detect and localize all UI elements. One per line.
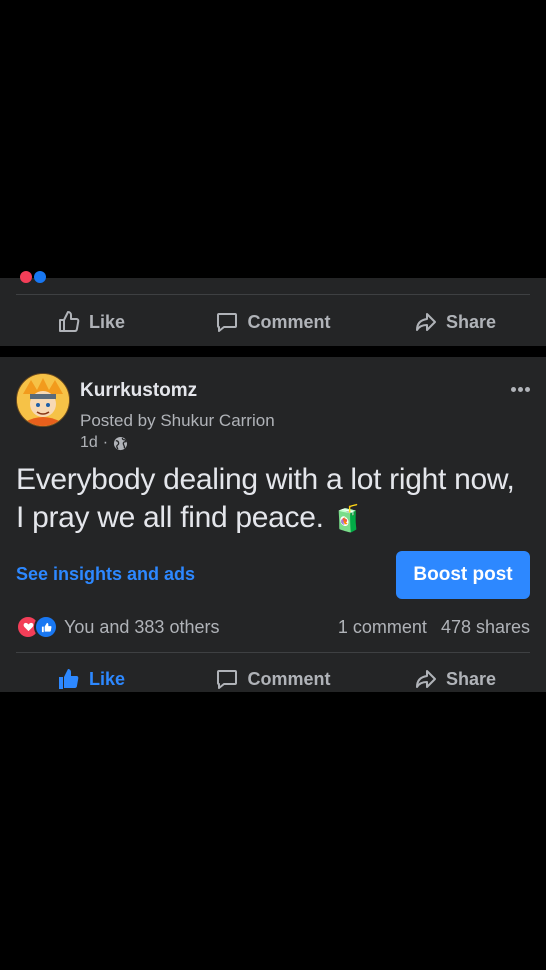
like-label: Like <box>88 311 126 332</box>
comment-icon <box>217 670 238 689</box>
comment-label: Comment <box>247 668 331 689</box>
shares-count[interactable]: 478 shares <box>441 617 530 638</box>
like-label: Like <box>88 668 126 689</box>
comment-label: Comment <box>247 311 331 332</box>
comment-button[interactable]: Comment <box>182 302 364 342</box>
comment-icon <box>217 313 238 332</box>
reactions-row: You and 383 others 1 comment 478 shares <box>16 615 530 639</box>
like-button[interactable]: Like <box>0 302 182 342</box>
share-icon <box>415 670 436 688</box>
post-time[interactable]: 1d <box>80 434 98 452</box>
action-bar: Like Comment Share <box>0 302 546 342</box>
post-card: Kurrkustomz Posted by Shukur Carrion 1d … <box>0 357 546 692</box>
author-avatar[interactable] <box>16 373 70 427</box>
like-button[interactable]: Like <box>0 659 182 699</box>
share-icon <box>415 313 436 331</box>
reactions-summary[interactable]: You and 383 others <box>64 617 219 638</box>
engagement-counts: 1 comment 478 shares <box>338 617 530 638</box>
boost-post-button[interactable]: Boost post <box>396 551 530 599</box>
divider <box>16 294 530 295</box>
post-text: Everybody dealing with a lot right now, … <box>16 461 530 537</box>
share-button[interactable]: Share <box>364 659 546 699</box>
post-action-bar: Like Comment Share <box>0 659 546 699</box>
comments-count[interactable]: 1 comment <box>338 617 427 638</box>
thumbs-up-icon <box>58 669 79 689</box>
author-name[interactable]: Kurrkustomz <box>80 380 197 402</box>
like-reaction-icon <box>34 271 46 283</box>
globe-icon <box>114 436 128 450</box>
share-button[interactable]: Share <box>364 302 546 342</box>
share-label: Share <box>445 311 497 332</box>
divider <box>16 652 530 653</box>
previous-post-card: Like Comment Share <box>0 271 546 346</box>
reaction-icons-peek <box>20 270 48 288</box>
post-body: Everybody dealing with a lot right now, … <box>16 463 515 534</box>
avatar-image <box>17 374 69 426</box>
posted-by: Posted by Shukur Carrion <box>80 411 275 430</box>
comment-button[interactable]: Comment <box>182 659 364 699</box>
post-meta: 1d · <box>80 434 128 452</box>
juice-box-emoji: 🧃 <box>331 503 364 533</box>
more-icon <box>511 387 516 392</box>
more-options-button[interactable] <box>509 379 530 397</box>
thumbs-up-icon <box>58 311 80 332</box>
like-reaction-icon <box>34 615 58 639</box>
share-label: Share <box>445 668 497 689</box>
meta-separator: · <box>102 434 109 451</box>
heart-reaction-icon <box>20 271 32 283</box>
see-insights-link[interactable]: See insights and ads <box>16 564 195 585</box>
